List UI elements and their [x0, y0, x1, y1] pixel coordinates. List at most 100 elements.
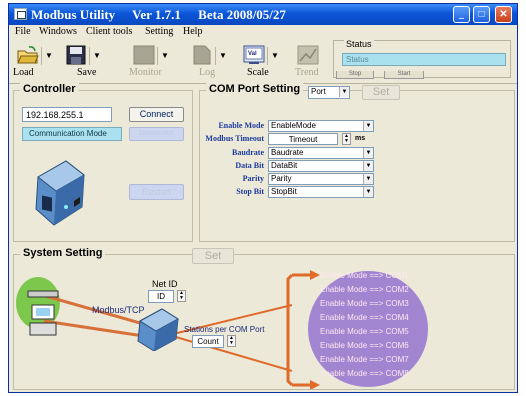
load-label: Load [13, 67, 34, 78]
parity-value: Parity [271, 174, 292, 183]
system-set-button[interactable]: Set [192, 248, 234, 264]
trend-chart-icon [297, 45, 319, 65]
load-dropdown-icon[interactable]: ▼ [45, 51, 55, 63]
status-display: Status [342, 53, 506, 66]
log-label: Log [199, 67, 216, 78]
communication-mode-display: Communication Mode [22, 127, 122, 141]
log-file-icon [193, 45, 211, 65]
parity-label: Parity [242, 174, 264, 183]
menu-windows[interactable]: Windows [39, 26, 77, 37]
trend-label: Trend [295, 67, 319, 78]
save-dropdown-icon[interactable]: ▼ [93, 51, 103, 63]
modbus-timeout-label: Modbus Timeout [205, 134, 264, 143]
stop-button[interactable]: Stop [336, 71, 374, 79]
port-select-value: Port [311, 87, 326, 96]
data-bit-label: Data Bit [235, 161, 264, 170]
chevron-down-icon: ▼ [363, 161, 373, 171]
controller-device-icon [35, 160, 85, 226]
menu-file[interactable]: File [15, 26, 31, 37]
system-setting-title: System Setting [20, 247, 106, 259]
com6-mode-label: Enable Mode ==> COM6 [320, 341, 409, 350]
chevron-down-icon: ▼ [363, 121, 373, 131]
enable-mode-value: EnableMode [271, 121, 316, 130]
net-id-input[interactable] [148, 290, 174, 303]
monitor-tool[interactable]: ▼ Monitor [129, 45, 179, 81]
menu-bar: File Windows Client tools Setting Help [9, 25, 517, 39]
enable-mode-select[interactable]: EnableMode ▼ [268, 120, 374, 132]
timeout-input[interactable] [268, 133, 338, 145]
chevron-down-icon: ▼ [363, 148, 373, 158]
save-label: Save [77, 67, 97, 78]
menu-help[interactable]: Help [183, 26, 202, 37]
timeout-spinner[interactable]: ▲ ▼ [342, 133, 351, 145]
gateway-device-icon [137, 308, 179, 351]
stop-bit-select[interactable]: StopBit ▼ [268, 186, 374, 198]
disconnect-button[interactable]: Disconnect [129, 127, 184, 141]
status-legend: Status [344, 39, 374, 49]
com4-mode-label: Enable Mode ==> COM4 [320, 313, 409, 322]
com-port-group: COM Port Setting Port ▼ Set Enable Mode … [199, 83, 515, 242]
menu-setting[interactable]: Setting [145, 26, 173, 37]
app-version: Ver 1.7.1 [132, 7, 181, 22]
status-group: Status Status Stop Start [333, 39, 511, 79]
toolbar: ▼ Load ▼ Save ▼ Monitor ▼ Log Val ▼ Scal… [9, 39, 517, 84]
log-tool[interactable]: ▼ Log [187, 45, 233, 81]
stop-bit-label: Stop Bit [236, 187, 264, 196]
open-folder-icon [17, 46, 39, 64]
scale-label: Scale [247, 67, 269, 78]
com5-mode-label: Enable Mode ==> COM5 [320, 327, 409, 336]
port-select[interactable]: Port ▼ [308, 86, 350, 99]
com8-mode-label: Enable Mode ==> COM8 [320, 369, 409, 378]
maximize-button[interactable]: □ [473, 6, 490, 23]
monitor-icon [133, 45, 155, 65]
controller-title: Controller [20, 83, 79, 95]
app-icon [14, 8, 27, 20]
controller-group: Controller Connect Communication Mode Di… [13, 83, 193, 242]
com7-mode-label: Enable Mode ==> COM7 [320, 355, 409, 364]
data-bit-select[interactable]: DataBit ▼ [268, 160, 374, 172]
scale-icon-text: Val [248, 51, 257, 57]
com1-mode-label: Enable Mode ==> COM1 [320, 271, 409, 280]
stop-bit-value: StopBit [271, 187, 297, 196]
port-select-arrow-icon: ▼ [339, 87, 349, 97]
menu-client-tools[interactable]: Client tools [86, 26, 132, 37]
computer-icon [29, 322, 57, 336]
save-tool[interactable]: ▼ Save [61, 45, 109, 81]
baudrate-value: Baudrate [271, 148, 304, 157]
system-setting-group: System Setting Set Modbus/TCP Net ID ▲▼ [13, 247, 515, 390]
app-name: Modbus Utility [31, 7, 116, 22]
ip-address-input[interactable] [22, 107, 112, 122]
com-port-title: COM Port Setting [206, 83, 304, 95]
restart-button[interactable]: Restart [129, 184, 184, 200]
stations-per-com-label: Stations per COM Port [184, 325, 265, 334]
application-window: Modbus Utility Ver 1.7.1 Beta 2008/05/27… [8, 3, 518, 393]
window-title: Modbus Utility Ver 1.7.1 Beta 2008/05/27 [31, 7, 300, 23]
monitor-label: Monitor [129, 67, 162, 78]
baudrate-select[interactable]: Baudrate ▼ [268, 147, 374, 159]
load-tool[interactable]: ▼ Load [13, 45, 57, 81]
trend-tool[interactable]: Trend [293, 45, 325, 81]
title-bar[interactable]: Modbus Utility Ver 1.7.1 Beta 2008/05/27… [9, 4, 517, 25]
net-id-spinner[interactable]: ▲ ▼ [177, 290, 186, 302]
com-port-set-button[interactable]: Set [362, 85, 400, 100]
count-input[interactable] [192, 335, 224, 348]
minimize-button[interactable]: _ [453, 6, 470, 23]
monitor-dropdown-icon[interactable]: ▼ [161, 51, 171, 63]
net-id-label: Net ID [152, 279, 178, 289]
scale-dropdown-icon[interactable]: ▼ [271, 51, 281, 63]
timeout-unit: ms [355, 135, 366, 142]
baudrate-label: Baudrate [232, 148, 264, 157]
close-button[interactable]: ✕ [495, 6, 512, 23]
parity-select[interactable]: Parity ▼ [268, 173, 374, 185]
scale-tool[interactable]: Val ▼ Scale [239, 45, 287, 81]
enable-mode-label: Enable Mode [218, 121, 264, 130]
log-dropdown-icon[interactable]: ▼ [219, 51, 229, 63]
count-spinner[interactable]: ▲ ▼ [227, 335, 236, 347]
com-bracket [286, 273, 294, 387]
app-build: Beta 2008/05/27 [198, 7, 286, 22]
chevron-down-icon: ▼ [363, 187, 373, 197]
data-bit-value: DataBit [271, 161, 298, 170]
start-button[interactable]: Start [384, 71, 424, 79]
connect-button[interactable]: Connect [129, 107, 184, 122]
chevron-down-icon: ▼ [363, 174, 373, 184]
